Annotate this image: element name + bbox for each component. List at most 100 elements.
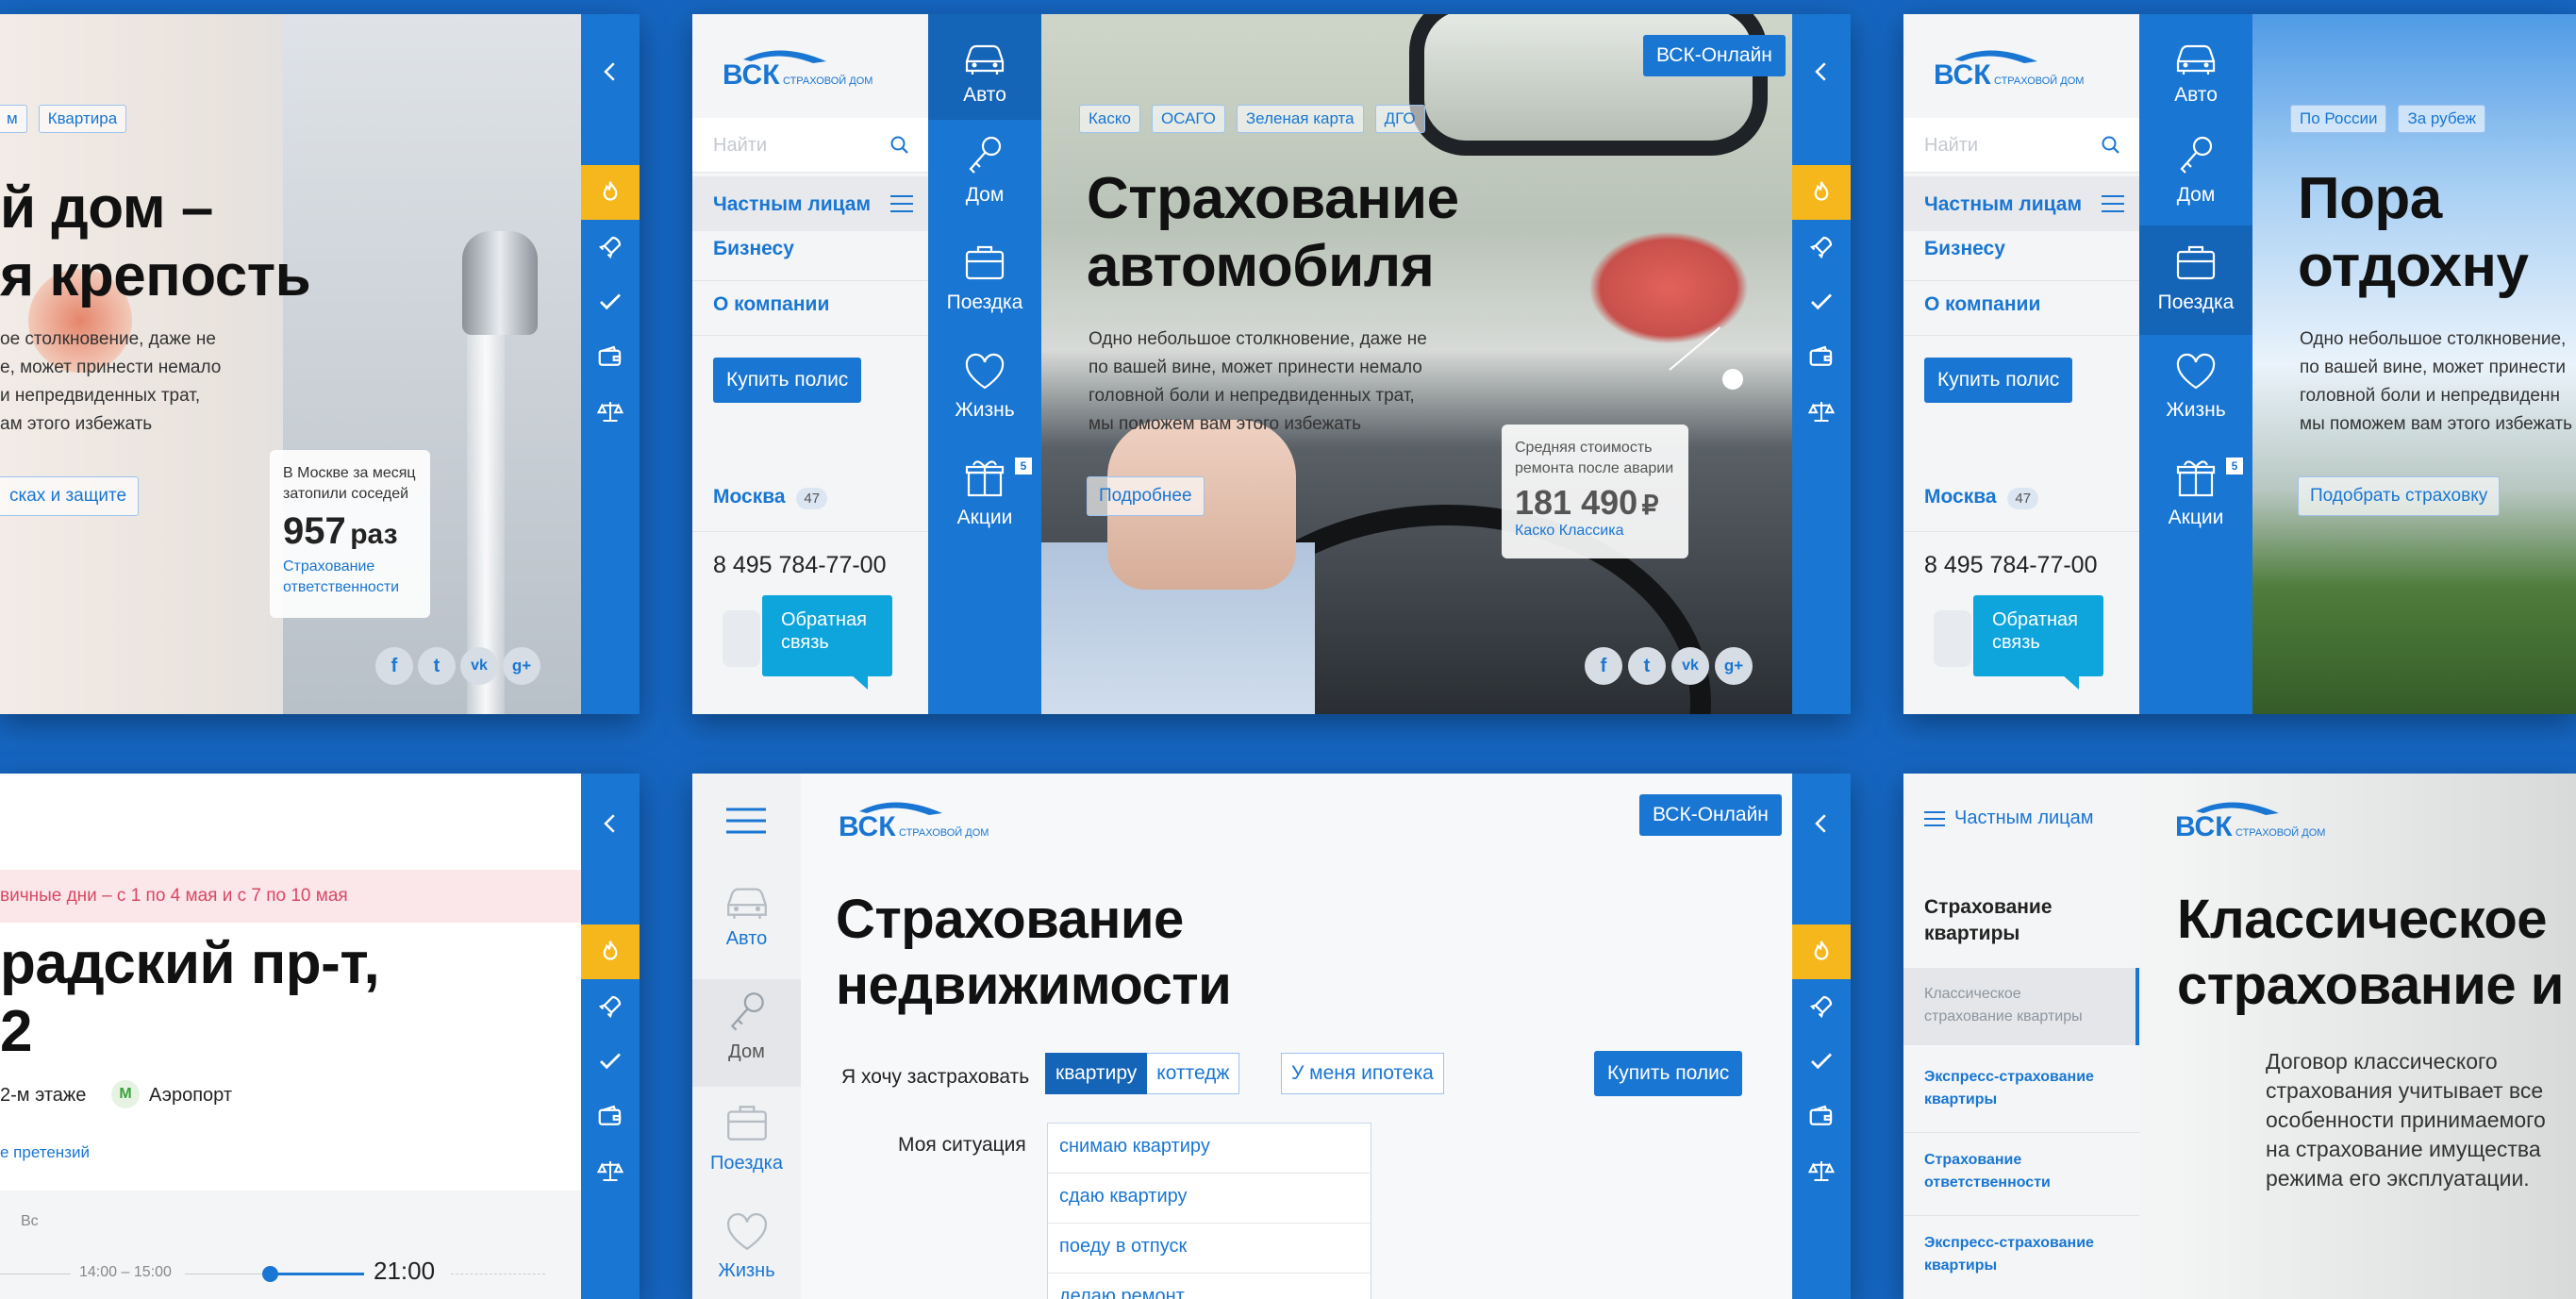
nav-item-private[interactable]: Частным лицам: [1903, 176, 2139, 231]
chevron-left-icon[interactable]: [581, 44, 640, 99]
menu-icon[interactable]: [890, 194, 913, 213]
nav-item-business[interactable]: Бизнесу: [692, 238, 928, 260]
city-selector[interactable]: Москва 47: [713, 486, 828, 509]
facebook-icon[interactable]: f: [1585, 647, 1622, 685]
scales-icon[interactable]: [1792, 1143, 1851, 1198]
fire-icon[interactable]: [581, 165, 640, 220]
rocket-icon[interactable]: [1792, 979, 1851, 1034]
tag-osago[interactable]: ОСАГО: [1151, 105, 1225, 133]
feedback-button[interactable]: Обратная связь: [1973, 595, 2103, 676]
vk-icon[interactable]: vk: [1671, 647, 1709, 685]
scales-icon[interactable]: [1792, 384, 1851, 439]
rocket-icon[interactable]: [581, 220, 640, 275]
phone-number[interactable]: 8 495 784-77-00: [713, 552, 886, 579]
option-cottage[interactable]: коттедж: [1147, 1053, 1240, 1094]
panel3-pick-button[interactable]: Подобрать страховку: [2298, 476, 2501, 516]
tag-russia[interactable]: По России: [2290, 105, 2387, 133]
google-plus-icon[interactable]: g+: [503, 647, 540, 685]
fire-icon[interactable]: [1792, 165, 1851, 220]
sidebar-item[interactable]: Экспресс-страхование квартиры: [1924, 1066, 2103, 1111]
scales-icon[interactable]: [581, 384, 640, 439]
option-apartment[interactable]: квартиру: [1045, 1053, 1148, 1094]
situation-option[interactable]: делаю ремонт: [1048, 1274, 1371, 1299]
buy-policy-button[interactable]: Купить полис: [713, 358, 862, 403]
sidebar-item[interactable]: Страхование ответственности: [1924, 1149, 2103, 1194]
chevron-left-icon[interactable]: [1792, 796, 1851, 851]
nav-item-business[interactable]: Бизнесу: [1903, 238, 2139, 260]
search-input[interactable]: Найти: [713, 135, 767, 157]
search-icon[interactable]: [2100, 134, 2122, 157]
nav-item-company[interactable]: О компании: [692, 293, 928, 316]
vk-icon[interactable]: vk: [460, 647, 498, 685]
fire-icon[interactable]: [581, 924, 640, 979]
panel1-stat-link[interactable]: Страхование ответственности: [283, 557, 417, 598]
situation-option[interactable]: снимаю квартиру: [1048, 1124, 1371, 1174]
city-selector[interactable]: Москва 47: [1924, 486, 2039, 509]
buy-policy-button[interactable]: Купить полис: [1594, 1051, 1743, 1096]
menu-icon[interactable]: [2102, 194, 2124, 213]
vsk-logo[interactable]: ВСК СТРАХОВОЙ ДОМ: [839, 794, 1027, 846]
category-home[interactable]: Дом: [928, 133, 1041, 207]
wallet-icon[interactable]: [1792, 329, 1851, 384]
check-icon[interactable]: [581, 1034, 640, 1089]
buy-policy-button[interactable]: Купить полис: [1924, 358, 2073, 403]
wallet-icon[interactable]: [1792, 1089, 1851, 1143]
vsk-online-button[interactable]: ВСК-Онлайн: [1643, 35, 1786, 76]
vsk-logo[interactable]: ВСК СТРАХОВОЙ ДОМ: [723, 42, 911, 94]
sidebar-item-active[interactable]: Классическое страхование квартиры: [1903, 968, 2139, 1045]
tag-kasko[interactable]: Каско: [1079, 105, 1140, 133]
menu-private-persons[interactable]: Частным лицам: [1924, 808, 2094, 829]
search-input[interactable]: Найти: [1924, 135, 1978, 157]
twitter-icon[interactable]: t: [418, 647, 456, 685]
sidebar-item[interactable]: Экспресс-страхование квартиры: [1924, 1232, 2103, 1277]
tag-green-card[interactable]: Зеленая карта: [1236, 105, 1364, 133]
tag-dgo[interactable]: ДГО: [1374, 105, 1425, 133]
google-plus-icon[interactable]: g+: [1715, 647, 1753, 685]
panel2-stat-link[interactable]: Каско Классика: [1515, 523, 1675, 540]
slider-handle[interactable]: [262, 1266, 278, 1282]
claims-link[interactable]: е претензий: [0, 1143, 90, 1162]
phone-number[interactable]: 8 495 784-77-00: [1924, 552, 2097, 579]
category-life[interactable]: Жизнь: [2139, 348, 2252, 422]
wallet-icon[interactable]: [581, 329, 640, 384]
facebook-icon[interactable]: f: [375, 647, 413, 685]
situation-option[interactable]: сдаю квартиру: [1048, 1174, 1371, 1224]
chevron-left-icon[interactable]: [1792, 44, 1851, 99]
situation-option[interactable]: поеду в отпуск: [1048, 1224, 1371, 1274]
check-icon[interactable]: [581, 275, 640, 329]
fire-icon[interactable]: [1792, 924, 1851, 979]
category-trip[interactable]: Поездка: [2139, 225, 2252, 335]
scales-icon[interactable]: [581, 1143, 640, 1198]
category-trip[interactable]: Поездка: [928, 241, 1041, 314]
panel2-more-button[interactable]: Подробнее: [1087, 476, 1205, 516]
category-trip[interactable]: Поездка: [692, 1100, 801, 1174]
vsk-online-button[interactable]: ВСК-Онлайн: [1639, 794, 1782, 836]
check-icon[interactable]: [1792, 275, 1851, 329]
nav-item-company[interactable]: О компании: [1903, 293, 2139, 316]
wallet-icon[interactable]: [581, 1089, 640, 1143]
category-home[interactable]: Дом: [692, 979, 801, 1087]
category-home[interactable]: Дом: [2139, 133, 2252, 207]
mortgage-toggle[interactable]: У меня ипотека: [1281, 1053, 1444, 1094]
rocket-icon[interactable]: [581, 979, 640, 1034]
search-box[interactable]: Найти: [692, 118, 928, 173]
category-auto[interactable]: Авто: [2139, 33, 2252, 107]
category-life[interactable]: Жизнь: [928, 348, 1041, 422]
check-icon[interactable]: [1792, 1034, 1851, 1089]
menu-icon[interactable]: [726, 807, 766, 835]
nav-item-private[interactable]: Частным лицам: [692, 176, 928, 231]
vsk-logo[interactable]: ВСК СТРАХОВОЙ ДОМ: [1934, 42, 2122, 94]
chevron-left-icon[interactable]: [581, 796, 640, 851]
category-auto[interactable]: Авто: [692, 875, 801, 950]
vsk-logo[interactable]: ВСК СТРАХОВОЙ ДОМ: [2175, 794, 2364, 846]
feedback-button[interactable]: Обратная связь: [762, 595, 892, 676]
category-life[interactable]: Жизнь: [692, 1207, 801, 1282]
tag-abroad[interactable]: За рубеж: [2398, 105, 2486, 133]
tag-apartment[interactable]: Квартира: [38, 105, 127, 133]
search-box[interactable]: Найти: [1903, 118, 2139, 173]
twitter-icon[interactable]: t: [1628, 647, 1666, 685]
panel1-more-button[interactable]: сках и защите: [0, 476, 140, 516]
rocket-icon[interactable]: [1792, 220, 1851, 275]
category-auto[interactable]: Авто: [928, 14, 1041, 120]
search-icon[interactable]: [889, 134, 911, 157]
